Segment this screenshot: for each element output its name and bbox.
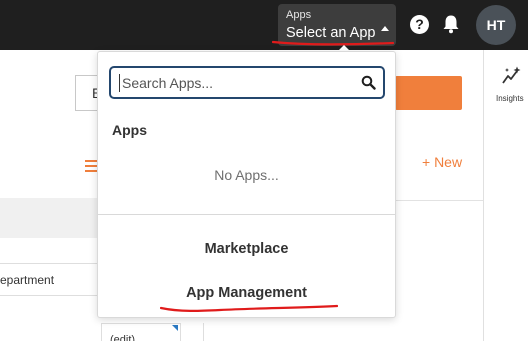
background-primary-button[interactable] bbox=[395, 76, 462, 110]
background-toolbar-band bbox=[0, 198, 98, 238]
insights-label: Insights bbox=[496, 94, 524, 103]
dropdown-separator bbox=[98, 214, 395, 215]
app-selector-label: Select an App bbox=[286, 25, 376, 41]
department-column-header[interactable]: epartment bbox=[0, 263, 98, 296]
apps-section-heading: Apps bbox=[112, 122, 147, 138]
red-annotation-underline-bottom bbox=[160, 304, 338, 312]
search-box[interactable] bbox=[109, 66, 385, 99]
hamburger-icon[interactable] bbox=[85, 160, 97, 172]
new-link[interactable]: + New bbox=[422, 154, 462, 170]
insights-button[interactable]: Insights bbox=[490, 66, 528, 106]
no-apps-message: No Apps... bbox=[214, 167, 279, 183]
app-selector-button[interactable]: Apps Select an App bbox=[278, 4, 396, 46]
right-panel-divider bbox=[483, 50, 484, 341]
insights-icon bbox=[502, 66, 521, 84]
caret-up-icon bbox=[381, 26, 389, 31]
help-icon[interactable]: ? bbox=[410, 15, 429, 34]
top-bar: Apps Select an App ? HT bbox=[0, 0, 528, 50]
app-selector-small-label: Apps bbox=[286, 9, 312, 21]
user-avatar[interactable]: HT bbox=[476, 5, 516, 45]
table-column-divider bbox=[203, 323, 204, 341]
search-icon[interactable] bbox=[361, 75, 376, 90]
search-apps-input[interactable] bbox=[119, 74, 349, 92]
marketplace-link[interactable]: Marketplace bbox=[98, 241, 395, 257]
app-dropdown-menu: Apps No Apps... Marketplace App Manageme… bbox=[97, 51, 396, 318]
bell-icon[interactable] bbox=[442, 14, 460, 34]
app-management-link[interactable]: App Management bbox=[98, 285, 395, 301]
edit-cell[interactable]: (edit) bbox=[101, 323, 181, 341]
